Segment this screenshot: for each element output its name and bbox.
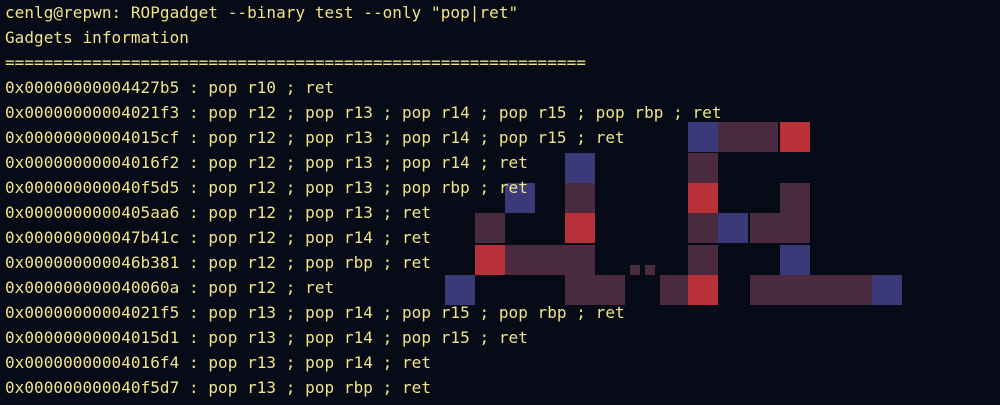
command-line: cenlg@repwn: ROPgadget --binary test --o…: [5, 3, 519, 22]
separator-line: ========================================…: [5, 53, 586, 72]
gadget-line: 0x000000000040f5d5 : pop r12 ; pop r13 ;…: [5, 178, 528, 197]
gadget-line: 0x00000000004015d1 : pop r13 ; pop r14 ;…: [5, 328, 528, 347]
gadget-line: 0x00000000004021f5 : pop r13 ; pop r14 ;…: [5, 303, 625, 322]
output-header: Gadgets information: [5, 28, 189, 47]
gadget-line: 0x000000000040f5d7 : pop r13 ; pop rbp ;…: [5, 378, 432, 397]
gadget-line: 0x00000000004021f3 : pop r12 ; pop r13 ;…: [5, 103, 722, 122]
gadget-line: 0x000000000047b41c : pop r12 ; pop r14 ;…: [5, 228, 432, 247]
gadget-line: 0x000000000040060a : pop r12 ; ret: [5, 278, 335, 297]
gadget-line: 0x00000000004016f2 : pop r12 ; pop r13 ;…: [5, 153, 528, 172]
gadget-line: 0x0000000000405aa6 : pop r12 ; pop r13 ;…: [5, 203, 432, 222]
gadget-line: 0x00000000004427b5 : pop r10 ; ret: [5, 78, 335, 97]
gadget-line: 0x00000000004015cf : pop r12 ; pop r13 ;…: [5, 128, 625, 147]
gadget-line: 0x000000000046b381 : pop r12 ; pop rbp ;…: [5, 253, 432, 272]
terminal-output: cenlg@repwn: ROPgadget --binary test --o…: [5, 0, 722, 400]
terminal-window[interactable]: cenlg@repwn: ROPgadget --binary test --o…: [0, 0, 1000, 405]
gadget-line: 0x00000000004016f4 : pop r13 ; pop r14 ;…: [5, 353, 432, 372]
